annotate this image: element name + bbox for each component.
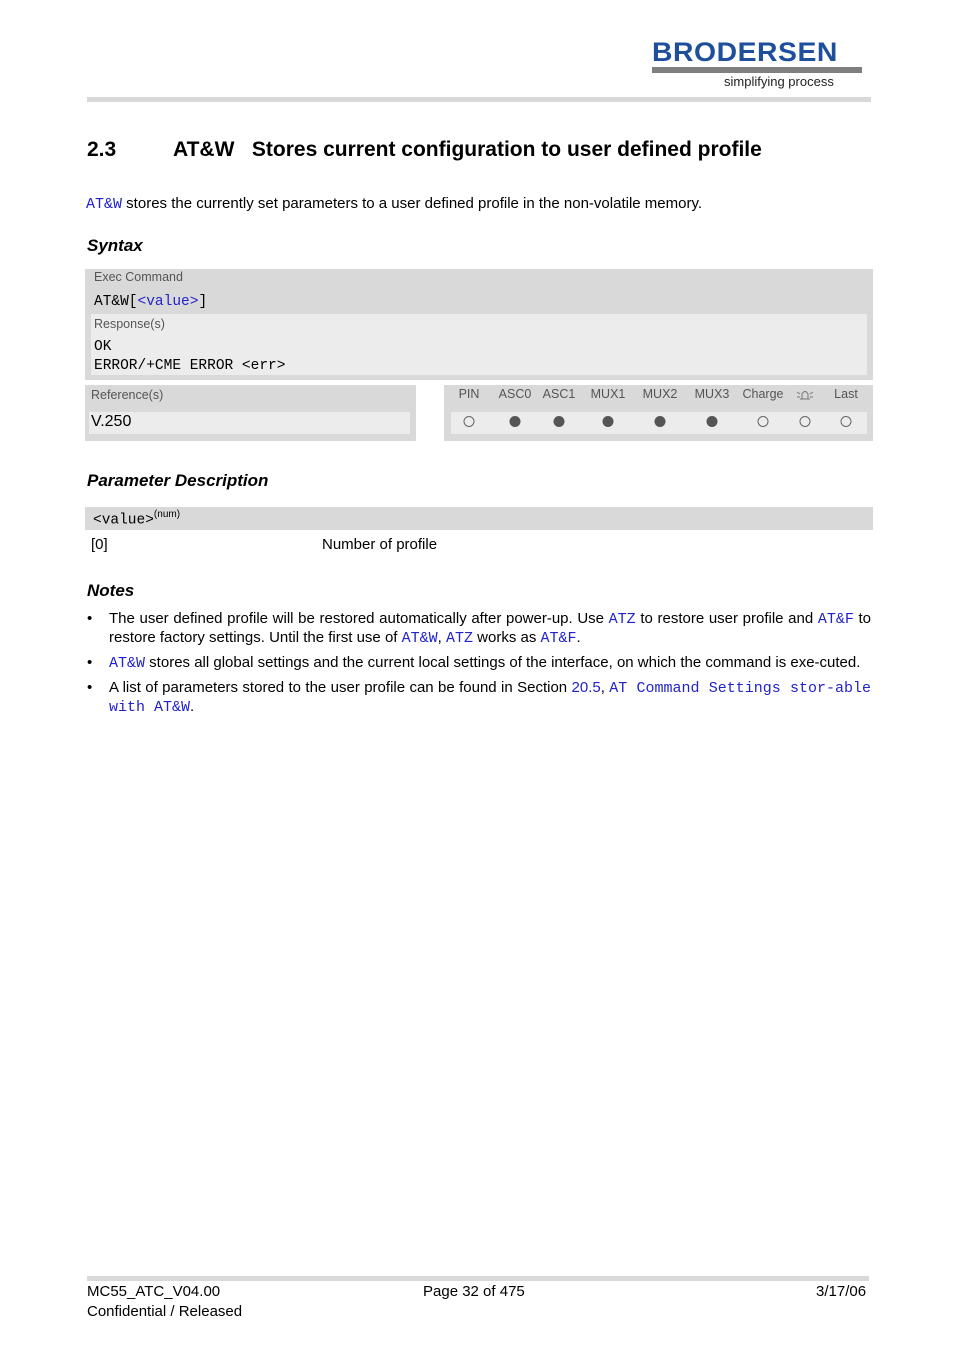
- parameter-name: <value>(num): [93, 509, 180, 528]
- flag-header-last: Last: [834, 387, 858, 401]
- parameter-description: Number of profile: [322, 536, 438, 553]
- note-item: • AT&W stores all global settings and th…: [87, 654, 871, 673]
- flag-indicator-mux1: [602, 416, 614, 427]
- note-text: .: [190, 698, 195, 715]
- note-text: .: [576, 629, 581, 646]
- flag-header-pin: PIN: [458, 387, 480, 401]
- atf-link[interactable]: AT&F: [818, 611, 854, 628]
- footer-status: Confidential / Released: [87, 1303, 243, 1320]
- flag-indicator-mux2: [654, 416, 666, 427]
- note-text: works as: [473, 629, 541, 646]
- brand-logo: BRODERSEN: [652, 37, 838, 67]
- note-text: stores all global settings and the curre…: [145, 654, 861, 671]
- response-label: Response(s): [94, 317, 165, 331]
- footer-divider: [87, 1276, 869, 1281]
- notes-list: • The user defined profile will be resto…: [87, 610, 871, 723]
- response-ok: OK: [94, 339, 112, 355]
- note-text: ,: [437, 629, 446, 646]
- reference-value: V.250: [91, 413, 132, 430]
- atz-link[interactable]: ATZ: [446, 630, 473, 647]
- syntax-heading: Syntax: [87, 236, 143, 255]
- note-item: • A list of parameters stored to the use…: [87, 679, 871, 717]
- atz-link[interactable]: ATZ: [609, 611, 636, 628]
- reference-label: Reference(s): [91, 388, 164, 402]
- value-param-link[interactable]: <value>: [138, 294, 199, 310]
- header-divider: [87, 97, 871, 102]
- command-link[interactable]: AT&W: [86, 196, 122, 213]
- parameter-value: [0]: [91, 536, 108, 553]
- response-error: ERROR/+CME ERROR <err>: [94, 358, 286, 374]
- parameter-type: (num): [153, 509, 181, 520]
- flag-header-asc0: ASC0: [498, 387, 532, 401]
- notes-heading: Notes: [87, 581, 135, 600]
- atw-link[interactable]: AT&W: [109, 655, 145, 672]
- flag-indicator-charge: [757, 416, 769, 427]
- flag-header-mux2: MUX2: [642, 387, 678, 401]
- flag-indicator-asc1: [553, 416, 565, 427]
- note-text: ,: [600, 679, 610, 696]
- flag-indicator-mux3: [706, 416, 718, 427]
- logo-tagline: simplifying process: [724, 74, 834, 89]
- exec-command-label: Exec Command: [94, 270, 183, 284]
- flag-indicator-last: [840, 416, 852, 427]
- section-ref-link[interactable]: 20.5: [572, 679, 601, 696]
- flag-header-charge: Charge: [742, 387, 784, 401]
- command-prefix: AT&W[: [94, 294, 138, 310]
- flag-header-mux1: MUX1: [590, 387, 626, 401]
- bullet: •: [87, 654, 93, 671]
- section-title-text: AT&W Stores current configuration to use…: [173, 138, 762, 161]
- flag-indicator-pin: [463, 416, 475, 427]
- logo-underline: [652, 67, 862, 73]
- command-suffix: ]: [198, 294, 208, 310]
- note-text: The user defined profile will be restore…: [109, 610, 609, 627]
- footer-page: Page 32 of 475: [423, 1283, 525, 1300]
- bullet: •: [87, 679, 93, 696]
- note-text: to restore user profile and: [635, 610, 818, 627]
- exec-command: AT&W[<value>]: [94, 294, 207, 310]
- section-number: 2.3: [87, 138, 117, 161]
- bullet: •: [87, 610, 93, 627]
- footer-date: 3/17/06: [816, 1283, 867, 1300]
- parameter-name-text: <value>: [93, 512, 154, 529]
- parameter-heading: Parameter Description: [87, 471, 269, 490]
- intro-text: stores the currently set parameters to a…: [122, 195, 703, 212]
- intro-paragraph: AT&W stores the currently set parameters…: [86, 195, 702, 213]
- reference-value-box: [89, 412, 410, 434]
- section-title: 2.3 AT&W Stores current configuration to …: [87, 138, 762, 162]
- flag-indicator-asc0: [509, 416, 521, 427]
- note-item: • The user defined profile will be resto…: [87, 610, 871, 648]
- atf-link[interactable]: AT&F: [541, 630, 577, 647]
- footer-doc-id: MC55_ATC_V04.00: [87, 1283, 221, 1300]
- alarm-icon: [796, 388, 814, 405]
- flag-indicator-alarm: [799, 416, 811, 427]
- flag-header-asc1: ASC1: [542, 387, 576, 401]
- note-text: A list of parameters stored to the user …: [109, 679, 572, 696]
- flag-header-mux3: MUX3: [694, 387, 730, 401]
- atw-link[interactable]: AT&W: [402, 630, 438, 647]
- parameter-header-bar: [85, 507, 873, 530]
